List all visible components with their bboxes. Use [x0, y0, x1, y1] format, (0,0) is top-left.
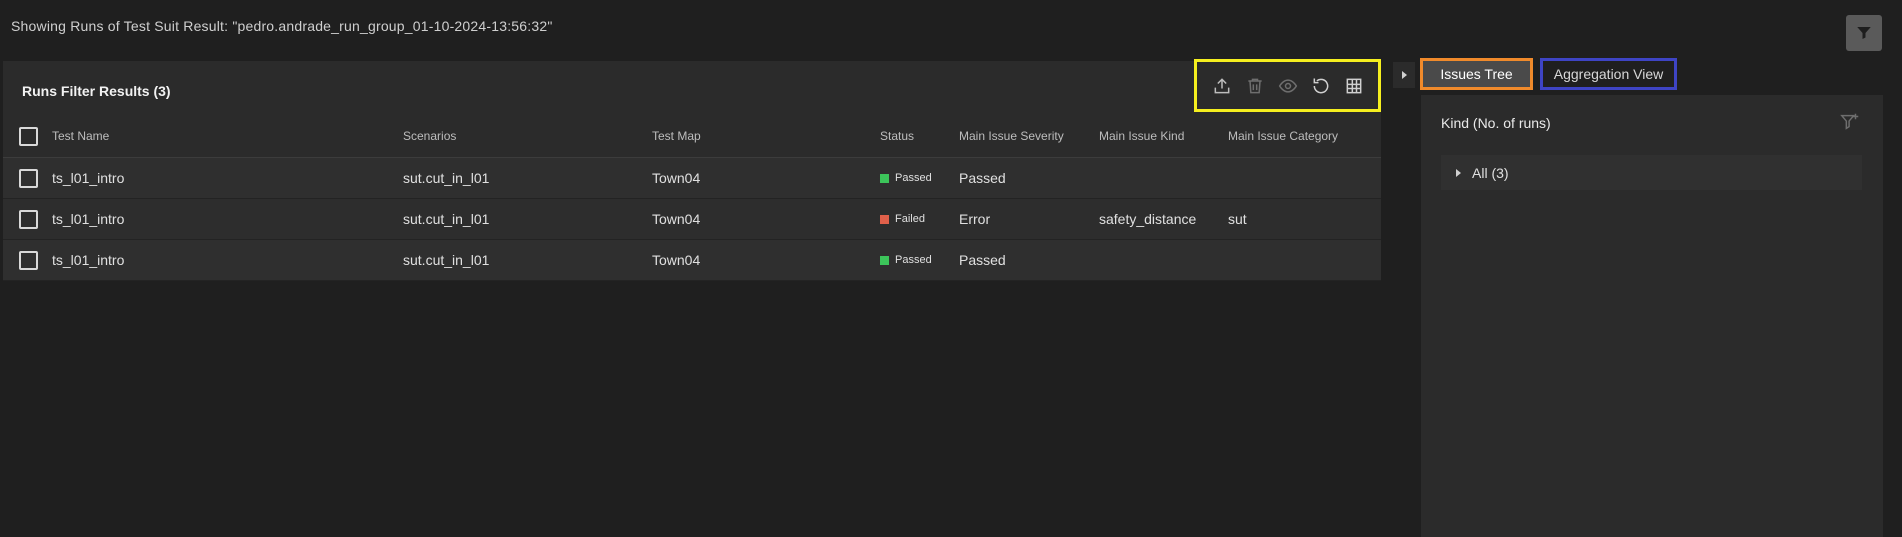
column-header-status[interactable]: Status: [880, 115, 914, 157]
status-cell: Failed: [880, 199, 925, 239]
table-row[interactable]: ts_l01_intro sut.cut_in_l01 Town04 Passe…: [3, 240, 1381, 281]
status-cell: Passed: [880, 240, 932, 280]
column-header-issue-kind[interactable]: Main Issue Kind: [1099, 115, 1184, 157]
map-cell: Town04: [652, 252, 701, 268]
status-label: Failed: [895, 213, 925, 225]
table-row[interactable]: ts_l01_intro sut.cut_in_l01 Town04 Faile…: [3, 199, 1381, 240]
row-checkbox[interactable]: [19, 210, 38, 229]
table-header: Test Name Scenarios Test Map Status Main…: [3, 115, 1381, 158]
runs-toolbar: [1194, 59, 1381, 112]
refresh-icon[interactable]: [1310, 75, 1332, 97]
status-label: Passed: [895, 254, 932, 266]
test-name-cell: ts_l01_intro: [52, 211, 125, 227]
severity-cell: Error: [959, 211, 991, 227]
column-header-issue-category[interactable]: Main Issue Category: [1228, 115, 1338, 157]
page: Showing Runs of Test Suit Result: "pedro…: [0, 0, 1902, 537]
status-cell: Passed: [880, 158, 932, 198]
issue-category-cell: sut: [1228, 211, 1247, 227]
tree-node-label: All (3): [1472, 164, 1509, 181]
status-indicator: [880, 173, 889, 183]
tab-aggregation-view[interactable]: Aggregation View: [1540, 58, 1677, 90]
status-label: Passed: [895, 172, 932, 184]
severity-cell: Passed: [959, 252, 1006, 268]
tree-node-all[interactable]: All (3): [1441, 155, 1862, 190]
row-checkbox[interactable]: [19, 169, 38, 188]
issues-tree-panel: Kind (No. of runs) All (3): [1421, 95, 1883, 537]
status-indicator: [880, 214, 889, 224]
select-all-checkbox[interactable]: [19, 127, 38, 146]
filter-button[interactable]: [1846, 15, 1882, 51]
runs-table: Test Name Scenarios Test Map Status Main…: [3, 115, 1381, 281]
column-header-severity[interactable]: Main Issue Severity: [959, 115, 1064, 157]
severity-cell: Passed: [959, 170, 1006, 186]
collapse-toggle[interactable]: [1393, 62, 1415, 88]
issues-header: Kind (No. of runs): [1441, 115, 1551, 131]
tab-issues-tree[interactable]: Issues Tree: [1420, 58, 1533, 90]
scenario-cell: sut.cut_in_l01: [403, 170, 490, 186]
table-icon[interactable]: [1343, 75, 1365, 97]
issue-kind-cell: safety_distance: [1099, 211, 1197, 227]
scenario-cell: sut.cut_in_l01: [403, 211, 490, 227]
upload-icon[interactable]: [1211, 75, 1233, 97]
caret-right-icon: [1402, 71, 1407, 79]
map-cell: Town04: [652, 170, 701, 186]
row-checkbox[interactable]: [19, 251, 38, 270]
trash-icon[interactable]: [1244, 75, 1266, 97]
map-cell: Town04: [652, 211, 701, 227]
page-title: Showing Runs of Test Suit Result: "pedro…: [11, 18, 553, 34]
column-header-scenarios[interactable]: Scenarios: [403, 115, 456, 157]
filter-add-icon[interactable]: [1839, 111, 1861, 133]
scenario-cell: sut.cut_in_l01: [403, 252, 490, 268]
test-name-cell: ts_l01_intro: [52, 252, 125, 268]
column-header-test-map[interactable]: Test Map: [652, 115, 701, 157]
table-row[interactable]: ts_l01_intro sut.cut_in_l01 Town04 Passe…: [3, 158, 1381, 199]
test-name-cell: ts_l01_intro: [52, 170, 125, 186]
column-header-test-name[interactable]: Test Name: [52, 115, 109, 157]
eye-icon[interactable]: [1277, 75, 1299, 97]
runs-title: Runs Filter Results (3): [22, 83, 171, 99]
caret-right-icon: [1456, 168, 1461, 177]
funnel-icon: [1857, 27, 1871, 39]
runs-panel: Runs Filter Results (3) Test Name Scenar…: [3, 59, 1381, 281]
status-indicator: [880, 255, 889, 265]
